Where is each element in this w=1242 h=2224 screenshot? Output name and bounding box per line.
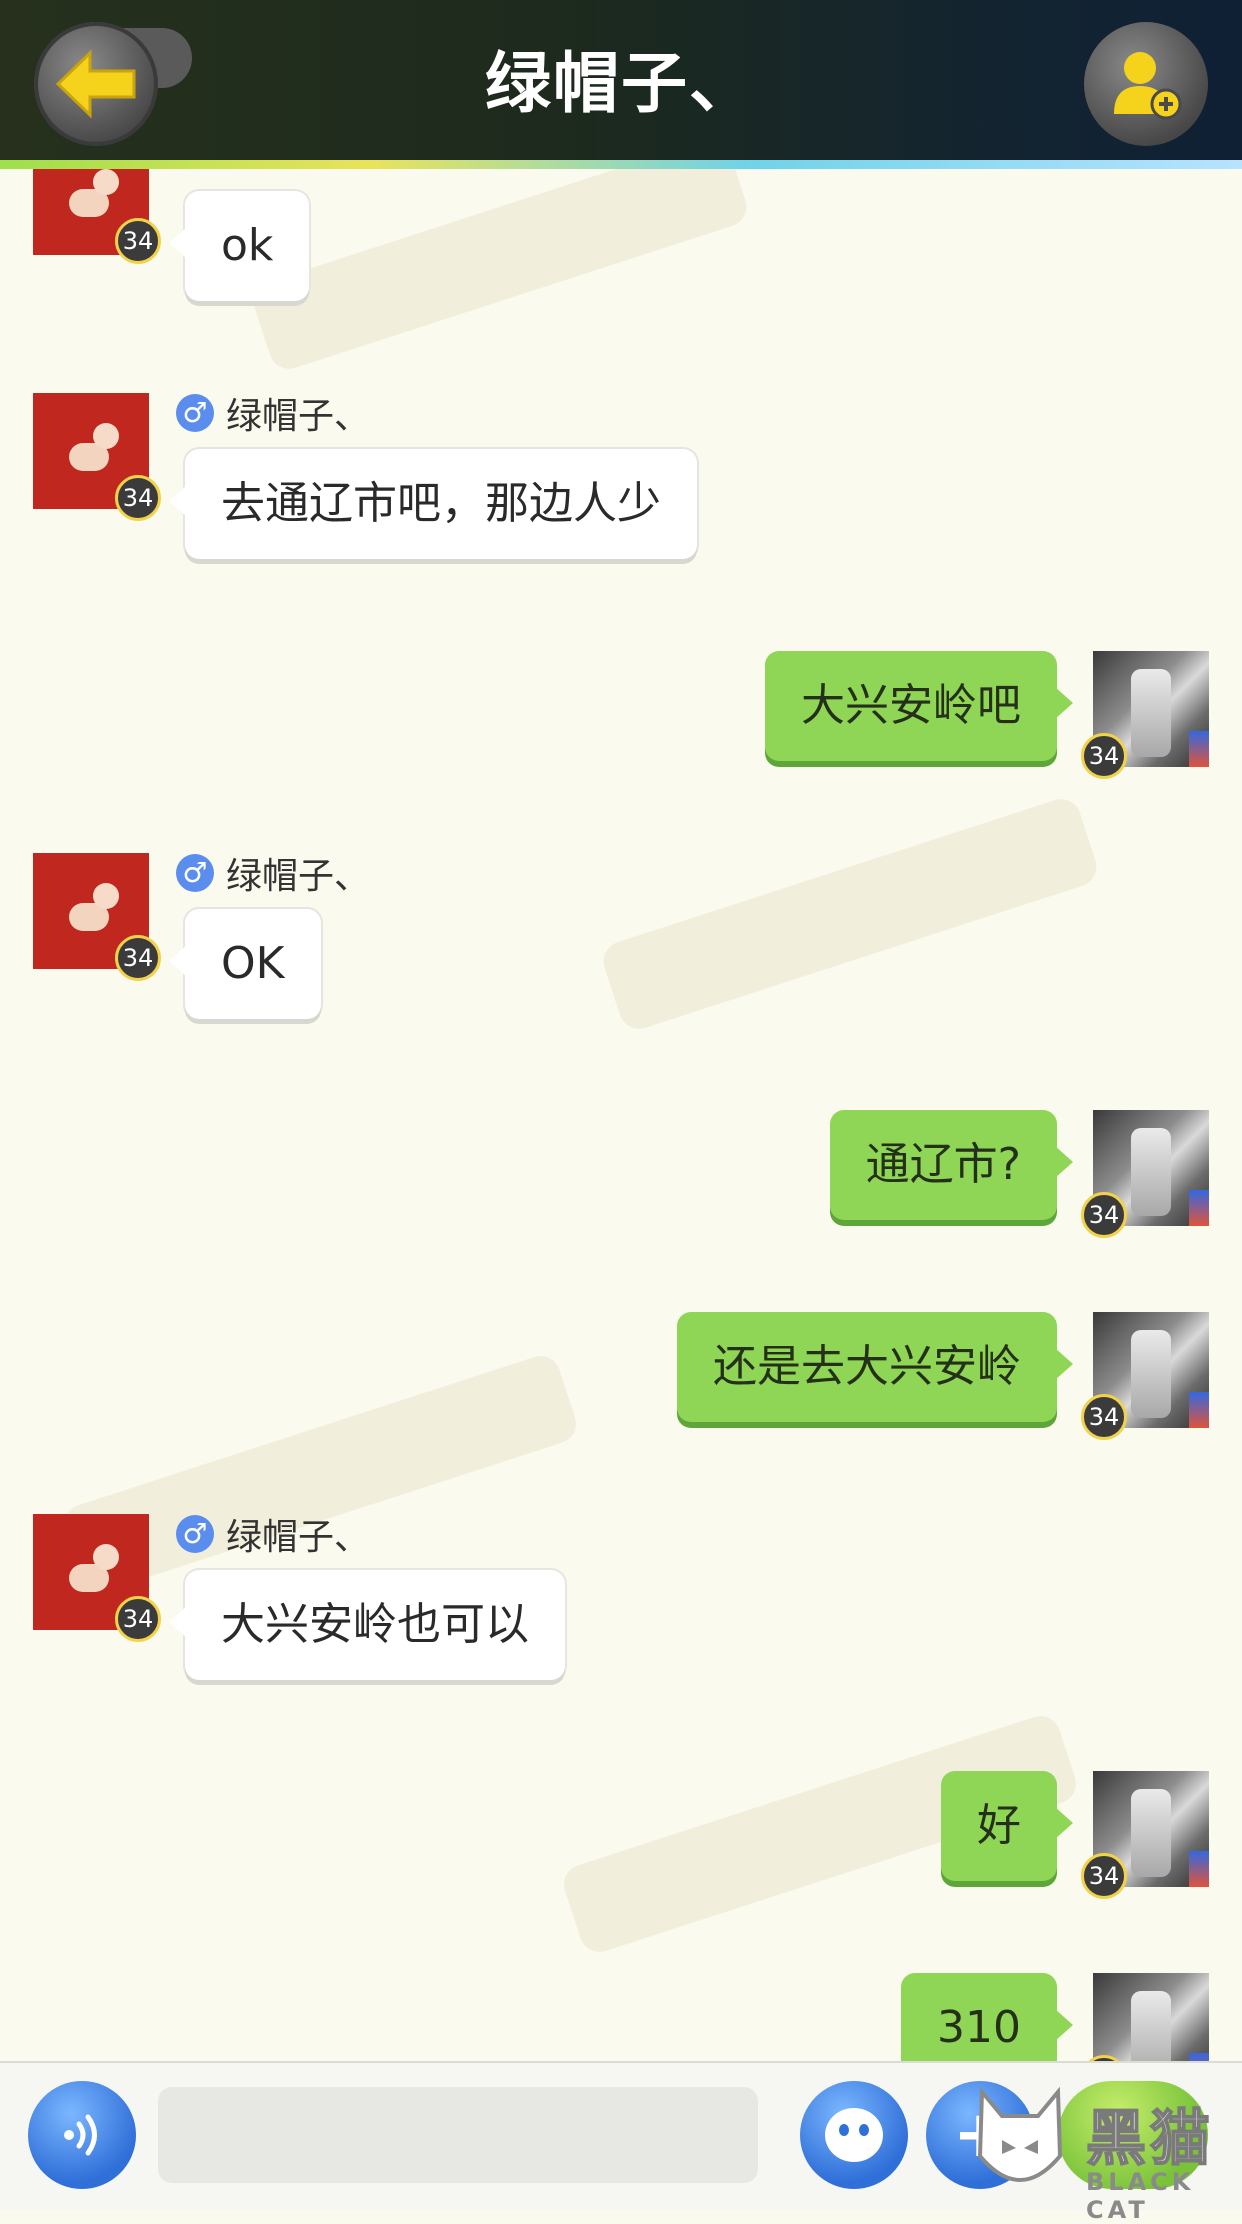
avatar-figure-head <box>93 883 119 909</box>
watermark-logo-text: 黑猫 <box>1085 2103 1214 2175</box>
sender-name: ♂ 绿帽子、 <box>176 1512 370 1558</box>
background-pattern <box>598 793 1102 1035</box>
add-friend-button[interactable] <box>1084 22 1208 146</box>
chat-message-list[interactable]: 34 ok 34 ♂ 绿帽子、 去通辽市吧，那边人少 34 大兴安岭吧 34 ♂… <box>0 169 1242 2061</box>
avatar-figure-head <box>93 1544 119 1570</box>
avatar-accent <box>1189 1392 1209 1428</box>
male-gender-icon: ♂ <box>176 854 214 892</box>
sender-label: 绿帽子、 <box>226 1517 371 1558</box>
sender-name: ♂ 绿帽子、 <box>176 851 370 897</box>
voice-button[interactable] <box>28 2081 136 2189</box>
level-badge: 34 <box>1081 1394 1127 1440</box>
level-badge: 34 <box>1081 1853 1127 1899</box>
avatar-figure <box>1131 1128 1171 1216</box>
black-cat-logo-icon <box>977 2086 1063 2182</box>
my-avatar[interactable] <box>1093 1973 1209 2061</box>
level-badge: 34 <box>1081 1192 1127 1238</box>
message-bubble[interactable]: 310 <box>901 1973 1073 2061</box>
message-bubble[interactable]: 大兴安岭吧 <box>765 651 1073 761</box>
avatar-figure <box>1131 1991 1171 2061</box>
avatar-figure <box>1131 1330 1171 1418</box>
chat-header: 绿帽子、 <box>0 0 1242 164</box>
sender-label: 绿帽子、 <box>226 396 371 437</box>
background-pattern <box>248 169 752 375</box>
header-divider <box>0 160 1242 169</box>
avatar-figure <box>1131 669 1171 757</box>
page-title: 绿帽子、 <box>485 45 757 122</box>
message-bubble[interactable]: 好 <box>941 1771 1073 1881</box>
male-gender-icon: ♂ <box>176 394 214 432</box>
avatar-figure-head <box>93 423 119 449</box>
message-bubble[interactable]: 通辽市? <box>829 1110 1074 1220</box>
avatar-accent <box>1189 2053 1209 2061</box>
level-badge: 34 <box>115 1596 161 1642</box>
back-arrow-icon <box>55 49 136 119</box>
watermark-logo-subtext: BLACK CAT <box>1086 2168 1195 2224</box>
message-bubble[interactable]: 大兴安岭也可以 <box>169 1570 565 1680</box>
sender-name: ♂ 绿帽子、 <box>176 391 370 437</box>
male-gender-icon: ♂ <box>176 1515 214 1553</box>
avatar-accent <box>1189 1190 1209 1226</box>
emoji-button[interactable] <box>800 2081 908 2189</box>
emoji-icon <box>825 2108 883 2162</box>
level-badge: 34 <box>115 218 161 264</box>
message-bubble[interactable]: 还是去大兴安岭 <box>677 1312 1073 1422</box>
message-bubble[interactable]: OK <box>169 909 321 1019</box>
message-bubble[interactable]: ok <box>168 191 310 301</box>
back-button[interactable] <box>34 22 158 146</box>
level-badge: 34 <box>115 475 161 521</box>
avatar-accent <box>1189 731 1209 767</box>
avatar-figure <box>1131 1789 1171 1877</box>
message-bubble[interactable]: 去通辽市吧，那边人少 <box>169 449 697 559</box>
add-friend-icon <box>1114 52 1182 120</box>
voice-icon <box>64 2114 97 2156</box>
message-input[interactable] <box>158 2087 758 2183</box>
sender-label: 绿帽子、 <box>226 856 371 897</box>
avatar-accent <box>1189 1851 1209 1887</box>
level-badge: 34 <box>115 935 161 981</box>
level-badge: 34 <box>1081 733 1127 779</box>
avatar-figure-head <box>93 169 119 195</box>
